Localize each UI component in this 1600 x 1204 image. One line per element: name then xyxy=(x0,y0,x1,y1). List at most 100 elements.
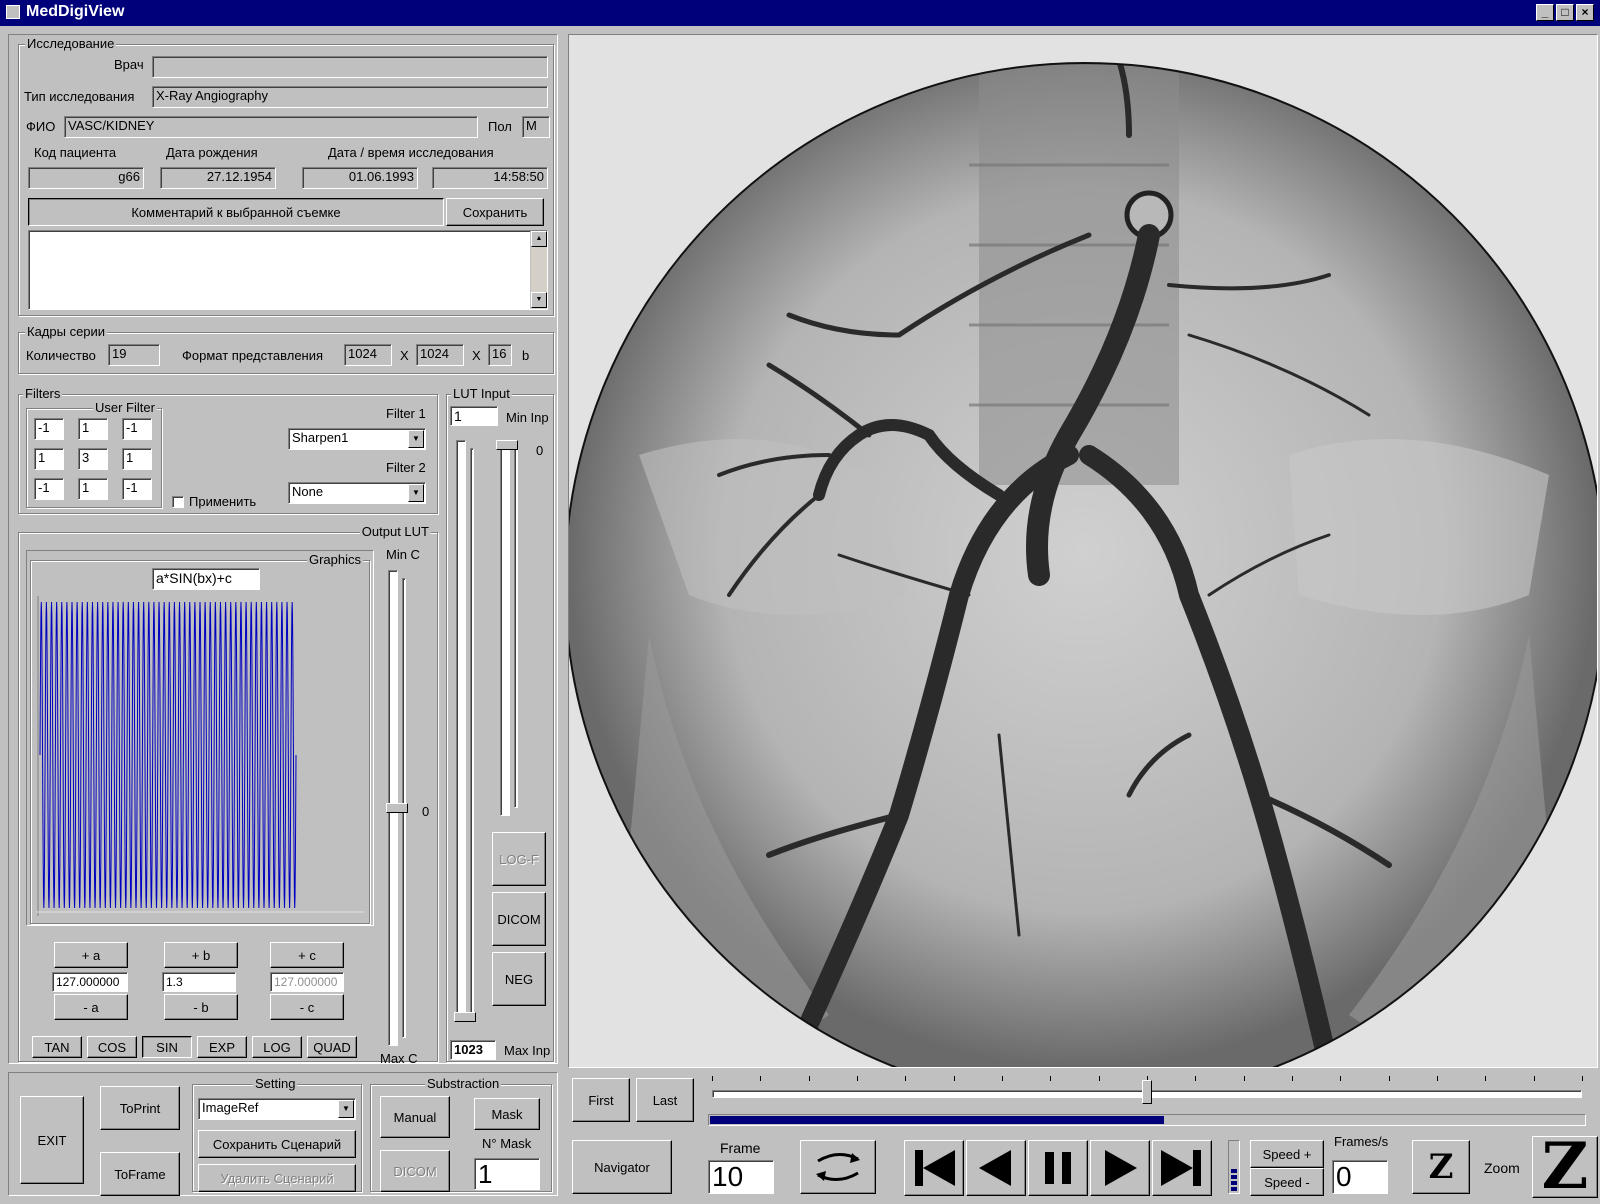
navigator-button[interactable]: Navigator xyxy=(572,1140,672,1194)
pause-button[interactable] xyxy=(1028,1140,1088,1196)
chevron-down-icon[interactable]: ▼ xyxy=(408,484,424,502)
patient-name-field[interactable]: VASC/KIDNEY xyxy=(64,116,478,138)
toprint-button[interactable]: ToPrint xyxy=(100,1086,180,1130)
minus-c-button[interactable]: - c xyxy=(270,994,344,1020)
filter2-select[interactable]: None ▼ xyxy=(288,482,426,504)
close-button[interactable]: × xyxy=(1576,4,1594,21)
max-input-thumb[interactable] xyxy=(454,1012,476,1022)
minus-a-button[interactable]: - a xyxy=(54,994,128,1020)
min-input-label: Min Inp xyxy=(506,410,549,425)
min-input-thumb[interactable] xyxy=(496,440,518,450)
kernel-cell[interactable]: 3 xyxy=(78,448,108,470)
b-value-field[interactable]: 1.3 xyxy=(162,972,236,992)
c-slider-thumb[interactable] xyxy=(386,803,408,813)
kernel-cell[interactable]: 1 xyxy=(122,448,152,470)
tan-function-button[interactable]: TAN xyxy=(32,1036,82,1058)
comment-scrollbar[interactable]: ▲ ▼ xyxy=(530,231,547,309)
study-group-label: Исследование xyxy=(25,36,117,52)
skip-end-button[interactable] xyxy=(1152,1140,1212,1196)
scroll-up-icon[interactable]: ▲ xyxy=(531,231,547,247)
save-scenario-button[interactable]: Сохранить Сценарий xyxy=(198,1130,356,1158)
toframe-button[interactable]: ToFrame xyxy=(100,1152,180,1196)
speed-minus-button[interactable]: Speed - xyxy=(1250,1168,1324,1196)
comment-header: Комментарий к выбранной съемке xyxy=(28,198,444,226)
min-input-slider[interactable] xyxy=(496,440,524,816)
delete-scenario-button[interactable]: Удалить Сценарий xyxy=(198,1164,356,1192)
chevron-down-icon[interactable]: ▼ xyxy=(408,430,424,448)
study-type-field[interactable]: X-Ray Angiography xyxy=(152,86,548,108)
study-time-field[interactable]: 14:58:50 xyxy=(432,167,548,189)
subtraction-dicom-button[interactable]: DICOM xyxy=(380,1150,450,1192)
patient-code-field[interactable]: g66 xyxy=(28,167,144,189)
cos-function-button[interactable]: COS xyxy=(87,1036,137,1058)
exp-function-button[interactable]: EXP xyxy=(197,1036,247,1058)
bits-field[interactable]: 16 xyxy=(488,344,512,366)
loop-button[interactable] xyxy=(800,1140,876,1194)
neg-button[interactable]: NEG xyxy=(492,952,546,1006)
height-field[interactable]: 1024 xyxy=(416,344,464,366)
quad-function-button[interactable]: QUAD xyxy=(307,1036,357,1058)
nmask-field[interactable]: 1 xyxy=(474,1158,540,1190)
minimize-button[interactable]: _ xyxy=(1536,4,1554,21)
kernel-cell[interactable]: -1 xyxy=(122,478,152,500)
minus-b-button[interactable]: - b xyxy=(164,994,238,1020)
sex-field[interactable]: M xyxy=(522,116,550,138)
a-value-field[interactable]: 127.000000 xyxy=(52,972,128,992)
apply-checkbox[interactable] xyxy=(172,496,184,508)
mask-button[interactable]: Mask xyxy=(474,1098,540,1130)
study-type-label: Тип исследования xyxy=(24,89,135,104)
skip-start-button[interactable] xyxy=(904,1140,964,1196)
save-comment-button[interactable]: Сохранить xyxy=(446,198,544,226)
first-button[interactable]: First xyxy=(572,1078,630,1122)
study-date-field[interactable]: 01.06.1993 xyxy=(302,167,418,189)
exit-button[interactable]: EXIT xyxy=(20,1096,84,1184)
kernel-cell[interactable]: -1 xyxy=(34,478,64,500)
filter1-select[interactable]: Sharpen1 ▼ xyxy=(288,428,426,450)
apply-label: Применить xyxy=(189,494,257,509)
chevron-down-icon[interactable]: ▼ xyxy=(338,1100,354,1118)
doctor-field[interactable] xyxy=(152,56,548,78)
setting-value: ImageRef xyxy=(202,1100,259,1115)
formula-field[interactable]: a*SIN(bx)+c xyxy=(152,568,260,590)
zoom-in-button[interactable]: Z xyxy=(1532,1135,1598,1199)
sin-function-button[interactable]: SIN xyxy=(142,1036,192,1058)
comment-textarea[interactable] xyxy=(28,230,548,310)
max-input-field[interactable]: 1023 xyxy=(450,1040,496,1060)
max-input-slider[interactable] xyxy=(454,440,480,1022)
frame-count-field[interactable]: 19 xyxy=(108,344,160,366)
c-slider[interactable] xyxy=(386,570,412,1046)
lut-dicom-button[interactable]: DICOM xyxy=(492,892,546,946)
kernel-cell[interactable]: 1 xyxy=(78,418,108,440)
image-viewport[interactable] xyxy=(568,34,1598,1068)
speed-plus-button[interactable]: Speed + xyxy=(1250,1140,1324,1168)
fps-field[interactable]: 0 xyxy=(1332,1160,1388,1194)
kernel-cell[interactable]: -1 xyxy=(122,418,152,440)
maximize-button[interactable]: □ xyxy=(1556,4,1574,21)
setting-select[interactable]: ImageRef ▼ xyxy=(198,1098,356,1120)
app-icon xyxy=(6,5,20,19)
step-back-button[interactable] xyxy=(966,1140,1026,1196)
kernel-cell[interactable]: 1 xyxy=(34,448,64,470)
play-button[interactable] xyxy=(1090,1140,1150,1196)
speed-indicator xyxy=(1228,1140,1240,1194)
birth-date-field[interactable]: 27.12.1954 xyxy=(160,167,276,189)
log-function-button[interactable]: LOG xyxy=(252,1036,302,1058)
min-input-field[interactable]: 1 xyxy=(450,406,498,426)
last-button[interactable]: Last xyxy=(636,1078,694,1122)
frame-field[interactable]: 10 xyxy=(708,1160,774,1194)
kernel-cell[interactable]: 1 xyxy=(78,478,108,500)
width-field[interactable]: 1024 xyxy=(344,344,392,366)
manual-button[interactable]: Manual xyxy=(380,1096,450,1138)
plus-b-button[interactable]: + b xyxy=(164,942,238,968)
frame-timeline-slider[interactable] xyxy=(708,1074,1586,1110)
nmask-label: N° Mask xyxy=(482,1136,532,1151)
plus-c-button[interactable]: + c xyxy=(270,942,344,968)
plus-a-button[interactable]: + a xyxy=(54,942,128,968)
loop-icon xyxy=(816,1153,860,1181)
timeline-thumb[interactable] xyxy=(1142,1080,1152,1104)
scroll-down-icon[interactable]: ▼ xyxy=(531,292,547,308)
kernel-cell[interactable]: -1 xyxy=(34,418,64,440)
zoom-out-button[interactable]: Z xyxy=(1412,1140,1470,1194)
log-f-button[interactable]: LOG-F xyxy=(492,832,546,886)
c-value-field[interactable]: 127.000000 xyxy=(270,972,344,992)
